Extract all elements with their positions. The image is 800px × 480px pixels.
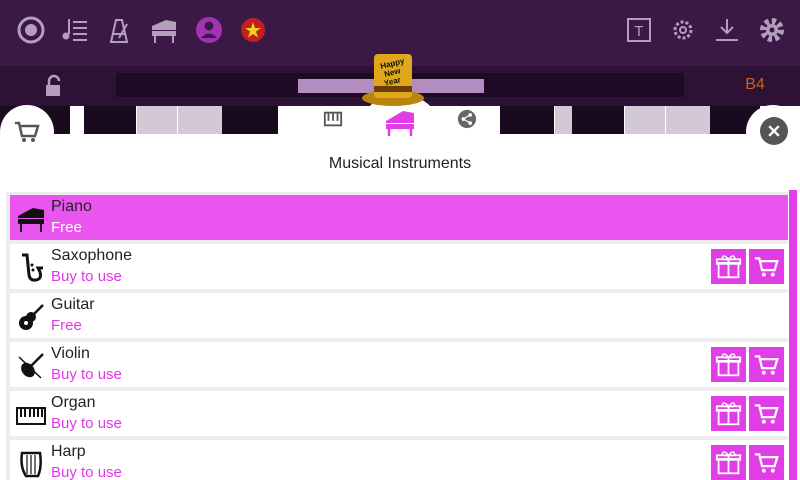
cart-icon <box>754 453 779 473</box>
instrument-name: Saxophone <box>51 247 132 264</box>
instrument-price: Buy to use <box>51 464 122 480</box>
gift-icon <box>715 402 742 426</box>
close-button[interactable] <box>760 117 788 145</box>
list-item-guitar[interactable]: Guitar Free <box>10 293 788 338</box>
share-icon <box>457 109 477 129</box>
metronome-icon[interactable] <box>104 15 134 45</box>
list-item-piano[interactable]: Piano Free <box>10 195 788 240</box>
organ-icon <box>16 407 46 425</box>
gift-icon <box>715 451 742 475</box>
list-item-saxophone[interactable]: Saxophone Buy to use <box>10 244 788 289</box>
piano-icon[interactable] <box>149 15 179 45</box>
gift-button[interactable] <box>711 396 746 431</box>
new-year-hat-icon: Happy New Year <box>362 54 424 106</box>
gift-button[interactable] <box>711 249 746 284</box>
lock-icon[interactable] <box>42 74 66 98</box>
instrument-list: Piano Free Saxophone Buy to use Guitar F… <box>6 192 788 480</box>
buy-button[interactable] <box>749 249 784 284</box>
cart-icon <box>754 404 779 424</box>
profile-icon[interactable] <box>194 15 224 45</box>
buy-button[interactable] <box>749 396 784 431</box>
instrument-price: Free <box>51 317 82 334</box>
guitar-icon <box>19 304 44 330</box>
instrument-name: Guitar <box>51 296 95 313</box>
saxophone-icon <box>22 253 43 282</box>
cart-icon <box>754 355 779 375</box>
piano-tab-icon <box>386 111 414 136</box>
svg-text:T: T <box>634 23 643 40</box>
gift-button[interactable] <box>711 347 746 382</box>
instrument-price: Buy to use <box>51 268 122 285</box>
instrument-price: Buy to use <box>51 415 122 432</box>
settings-cog-icon[interactable] <box>668 15 698 45</box>
keyboard-icon <box>323 111 343 127</box>
text-tool-icon[interactable]: T <box>624 15 654 45</box>
instrument-price: Buy to use <box>51 366 122 383</box>
cart-icon[interactable] <box>14 120 40 144</box>
panel-title: Musical Instruments <box>328 155 472 172</box>
gift-icon <box>715 353 742 377</box>
list-item-organ[interactable]: Organ Buy to use <box>10 391 788 436</box>
playlist-icon[interactable] <box>60 15 90 45</box>
gift-icon <box>715 255 742 279</box>
harp-icon <box>20 451 42 478</box>
share-tab[interactable] <box>456 108 478 130</box>
list-item-harp[interactable]: Harp Buy to use <box>10 440 788 480</box>
piano-icon <box>18 208 44 232</box>
download-icon[interactable] <box>712 15 742 45</box>
list-scrollbar[interactable] <box>789 190 797 480</box>
instrument-name: Piano <box>51 198 92 215</box>
list-item-violin[interactable]: Violin Buy to use <box>10 342 788 387</box>
gift-button[interactable] <box>711 445 746 480</box>
buy-button[interactable] <box>749 445 784 480</box>
piano-keys-tab[interactable] <box>322 108 344 130</box>
instrument-name: Harp <box>51 443 86 460</box>
language-flag-icon[interactable] <box>238 15 268 45</box>
cart-icon <box>754 257 779 277</box>
record-icon[interactable] <box>16 15 46 45</box>
close-icon <box>768 125 780 137</box>
instrument-name: Violin <box>51 345 90 362</box>
gear-icon[interactable] <box>757 15 787 45</box>
violin-icon <box>18 353 44 379</box>
note-label: B4 <box>745 76 765 93</box>
buy-button[interactable] <box>749 347 784 382</box>
instrument-price: Free <box>51 219 82 236</box>
instrument-name: Organ <box>51 394 96 411</box>
